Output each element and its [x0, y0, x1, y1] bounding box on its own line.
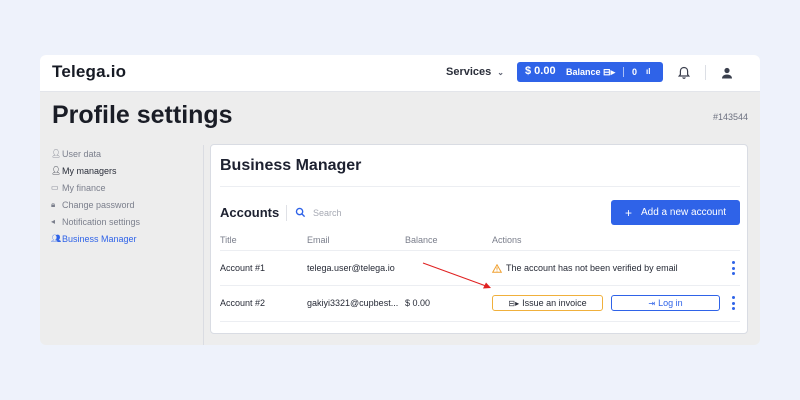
profile-id: #143544	[712, 112, 748, 122]
header-divider-line	[220, 250, 740, 251]
invoice-icon: ⊟▸	[508, 298, 520, 308]
wallet-icon: ⊟▸	[603, 67, 616, 77]
managers-icon: 👤︎	[51, 166, 62, 175]
column-header-balance: Balance	[405, 235, 438, 245]
row-divider	[220, 285, 740, 286]
card-divider	[220, 186, 740, 187]
sidebar-item-business-manager[interactable]: 👥︎ Business Manager	[51, 230, 201, 247]
search-icon	[295, 207, 306, 218]
balance-count: 0	[632, 67, 638, 77]
user-avatar-icon[interactable]	[719, 65, 735, 81]
warning-text: The account has not been verified by ema…	[506, 263, 678, 273]
group-icon: 👥︎	[51, 234, 62, 243]
column-header-title: Title	[220, 235, 237, 245]
column-header-actions: Actions	[492, 235, 522, 245]
sidebar-item-label: Business Manager	[62, 233, 137, 244]
row-menu-icon[interactable]	[731, 296, 735, 310]
services-label: Services	[446, 66, 492, 78]
account-email: gakiyi3321@cupbest...	[307, 298, 399, 308]
sidebar: 👤︎ User data 👤︎ My managers ▭ My finance…	[51, 145, 201, 247]
add-account-label: Add a new account	[640, 207, 727, 218]
user-icon: 👤︎	[51, 149, 62, 158]
row-divider	[220, 321, 740, 322]
sidebar-divider	[203, 145, 204, 345]
row-menu-icon[interactable]	[731, 261, 735, 275]
search-input[interactable]	[313, 206, 433, 220]
balance-amount: $ 0.00	[525, 65, 556, 77]
account-title: Account #2	[220, 298, 266, 308]
sidebar-item-label: User data	[62, 148, 102, 159]
plus-icon: +	[624, 205, 632, 220]
account-title: Account #1	[220, 263, 266, 273]
stats-icon: ıl	[646, 67, 651, 76]
log-in-label: Log in	[658, 298, 683, 308]
balance-label: Balance ⊟▸	[566, 67, 616, 77]
login-icon: ⇥	[648, 298, 656, 308]
megaphone-icon: ◂	[51, 217, 56, 226]
account-balance: $ 0.00	[405, 298, 431, 308]
log-in-button[interactable]: ⇥ Log in	[611, 295, 720, 311]
issue-invoice-button[interactable]: ⊟▸ Issue an invoice	[492, 295, 603, 311]
chevron-down-icon: ⌄	[497, 68, 504, 77]
bell-icon[interactable]	[676, 65, 692, 81]
sidebar-item-change-password[interactable]: 🔒︎ Change password	[51, 196, 201, 213]
accounts-heading: Accounts	[220, 205, 280, 220]
card-title: Business Manager	[220, 157, 362, 174]
lock-icon: 🔒︎	[51, 199, 56, 209]
sidebar-item-label: Change password	[62, 199, 135, 210]
sidebar-item-my-managers[interactable]: 👤︎ My managers	[51, 162, 201, 179]
warning-icon	[492, 263, 502, 273]
top-navigation-bar: Telega.io Services ⌄ $ 0.00 Balance ⊟▸ 0 …	[40, 55, 760, 92]
account-email: telega.user@telega.io	[307, 263, 395, 273]
logo[interactable]: Telega.io	[52, 62, 126, 82]
sidebar-item-label: Notification settings	[62, 216, 141, 227]
sidebar-item-label: My finance	[62, 182, 106, 193]
business-manager-card: Business Manager Accounts + Add a new ac…	[210, 144, 748, 334]
add-account-button[interactable]: + Add a new account	[611, 200, 740, 225]
balance-button[interactable]: $ 0.00 Balance ⊟▸ 0 ıl	[517, 62, 663, 82]
verification-warning: The account has not been verified by ema…	[492, 263, 678, 273]
sidebar-item-my-finance[interactable]: ▭ My finance	[51, 179, 201, 196]
column-header-email: Email	[307, 235, 330, 245]
app-window: Telega.io Services ⌄ $ 0.00 Balance ⊟▸ 0 …	[40, 55, 760, 345]
sidebar-item-label: My managers	[62, 165, 117, 176]
sidebar-item-user-data[interactable]: 👤︎ User data	[51, 145, 201, 162]
balance-divider	[623, 67, 624, 77]
services-menu[interactable]: Services ⌄	[446, 66, 504, 78]
issue-invoice-label: Issue an invoice	[522, 298, 587, 308]
card-icon: ▭	[51, 183, 59, 192]
accounts-divider	[286, 205, 287, 221]
page-title: Profile settings	[52, 101, 233, 129]
sidebar-item-notification-settings[interactable]: ◂ Notification settings	[51, 213, 201, 230]
header-divider	[705, 65, 706, 80]
